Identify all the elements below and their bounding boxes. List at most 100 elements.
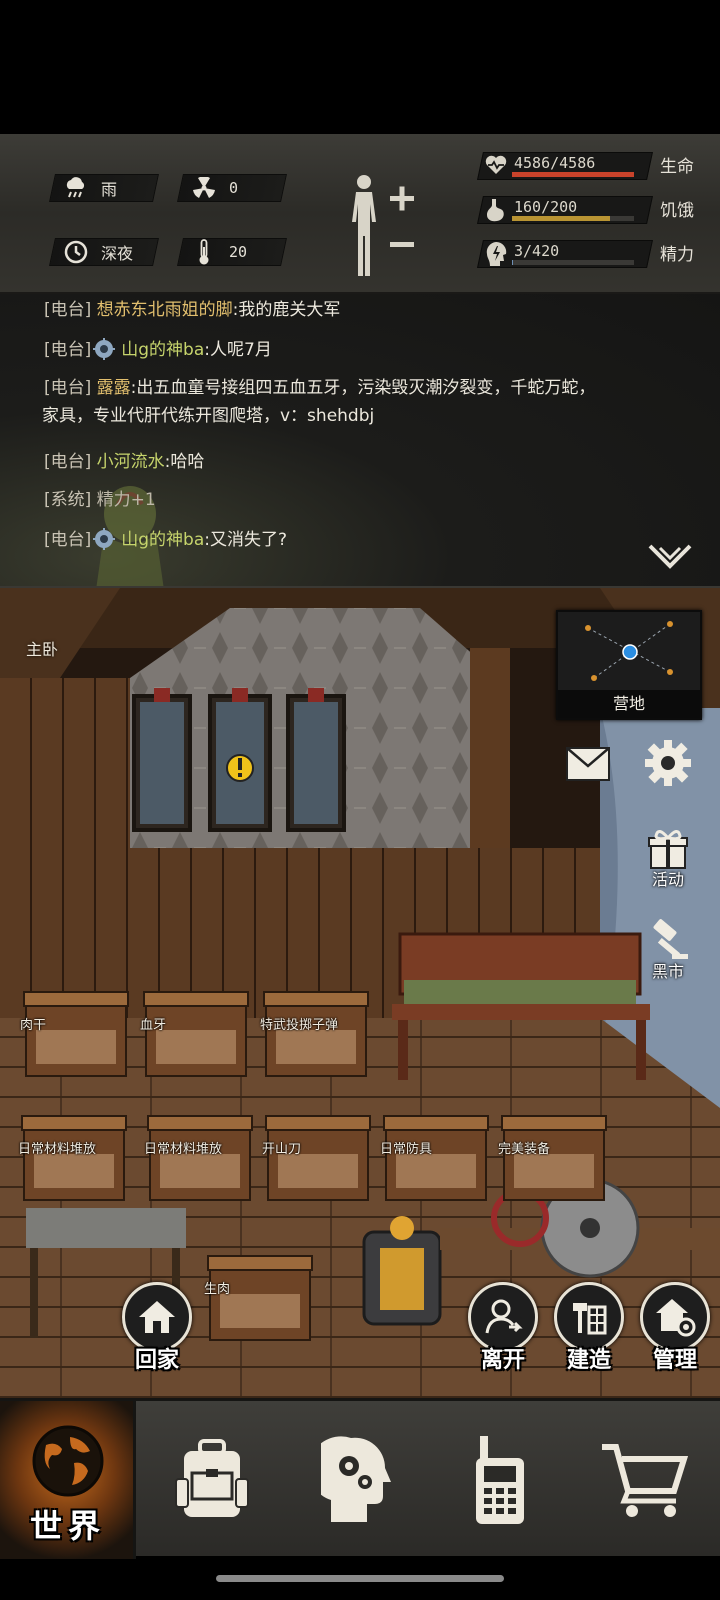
clock-icon: [63, 239, 89, 265]
tab-radio[interactable]: [432, 1401, 568, 1559]
chat-text: 出五血童号接组四五血五牙，污染毁灭潮汐裂变，千蛇万蛇，: [136, 378, 596, 398]
double-chevron-down-icon: [648, 544, 692, 569]
wooden-chest-icon: [265, 1115, 371, 1201]
stomach-icon: [484, 197, 508, 223]
chat-sender[interactable]: 想赤东北雨姐的脚: [97, 300, 233, 320]
head-gears-icon: [321, 1436, 391, 1522]
chat-channel: [电台]: [44, 340, 92, 360]
house-icon: [139, 1301, 175, 1333]
chest-label: 日常材料堆放: [144, 1142, 223, 1157]
chat-collapse-button[interactable]: [648, 544, 692, 574]
energy-label: 精力: [660, 245, 694, 265]
chat-text: 我的鹿关大军: [238, 300, 341, 320]
room-scene[interactable]: 主卧 营地 活动 黑市 肉干 血牙 特武投掷子弹 日常材料堆放 日常材料堆放 开…: [0, 588, 720, 1398]
gavel-icon: [653, 919, 688, 959]
manage-label: 管理: [652, 1348, 697, 1373]
activity-button[interactable]: 活动: [638, 828, 698, 890]
mail-button[interactable]: [558, 746, 618, 782]
energy-bar: 3/420 精力: [477, 236, 710, 270]
chat-sender[interactable]: 小河流水: [97, 452, 165, 472]
chat-text: 哈哈: [170, 452, 205, 472]
chest-label: 日常材料堆放: [18, 1142, 97, 1157]
hunger-bar: 160/200 饥饿: [477, 192, 710, 226]
health-bar: 4586/4586 生命: [477, 148, 710, 182]
tab-skills[interactable]: [288, 1401, 424, 1559]
black-market-button[interactable]: 黑市: [638, 918, 698, 982]
wooden-chest-icon: [501, 1115, 607, 1201]
brain-bolt-icon: [484, 241, 508, 267]
storage-chest[interactable]: 肉干: [20, 990, 130, 1080]
home-button[interactable]: 回家: [122, 1282, 192, 1378]
chat-channel: [系统]: [44, 490, 92, 510]
rain-cloud-icon: [63, 175, 89, 201]
chat-panel[interactable]: [电台] 想赤东北雨姐的脚:我的鹿关大军 [电台] 山g的神ba:人呢7月 [电台…: [0, 294, 720, 588]
chest-label: 血牙: [140, 1018, 167, 1033]
bottom-nav: 世界: [0, 1398, 720, 1559]
build-label: 建造: [566, 1348, 611, 1373]
chat-sender[interactable]: 山g的神ba: [121, 340, 204, 360]
chat-channel: [电台]: [44, 530, 92, 550]
chest-label: 生肉: [204, 1282, 231, 1297]
chat-sender[interactable]: 山g的神ba: [121, 530, 204, 550]
storage-chest[interactable]: 日常防具: [380, 1114, 490, 1204]
minimap-label: 营地: [558, 690, 700, 718]
chat-channel: [电台]: [44, 300, 92, 320]
chat-message: [电台] 露露:出五血童号接组四五血五牙，污染毁灭潮汐裂变，千蛇万蛇， 家具，专…: [42, 374, 694, 430]
cart-icon: [602, 1444, 688, 1517]
wooden-chest-icon: [263, 991, 369, 1077]
wooden-chest-icon: [23, 991, 129, 1077]
home-label: 回家: [134, 1348, 179, 1373]
weather-label: 雨: [101, 180, 118, 199]
chat-message: [电台] 山g的神ba:又消失了?: [44, 526, 694, 554]
storage-chest[interactable]: 完美装备: [498, 1114, 608, 1204]
energy-value: 3/420: [514, 242, 560, 260]
body-status-button[interactable]: [346, 172, 426, 276]
player-avatar-icon[interactable]: [93, 338, 116, 360]
chest-label: 特武投掷子弹: [260, 1018, 339, 1033]
chest-label: 完美装备: [498, 1142, 551, 1157]
time-of-day-indicator: 深夜: [49, 238, 159, 266]
leave-label: 离开: [480, 1348, 525, 1373]
chat-sender[interactable]: 露露: [97, 378, 131, 398]
wooden-chest-icon: [207, 1255, 313, 1341]
storage-chest[interactable]: 生肉: [204, 1254, 314, 1344]
hunger-label: 饥饿: [660, 201, 694, 221]
storage-chest[interactable]: 日常材料堆放: [18, 1114, 128, 1204]
chat-message: [电台] 小河流水:哈哈: [44, 448, 694, 476]
thermometer-icon: [191, 239, 217, 265]
leave-button[interactable]: 离开: [468, 1282, 538, 1378]
energy-fill: [512, 260, 513, 265]
wooden-chest-icon: [143, 991, 249, 1077]
temperature-indicator: 20: [177, 238, 287, 266]
body-silhouette-icon: [352, 175, 414, 276]
weather-indicator: 雨: [49, 174, 159, 202]
time-of-day-label: 深夜: [101, 244, 134, 263]
chat-message: [系统] 精力+1: [44, 486, 694, 514]
heartbeat-icon: [484, 153, 508, 179]
storage-chest[interactable]: 特武投掷子弹: [260, 990, 370, 1080]
minimap-button[interactable]: 营地: [556, 610, 702, 720]
storage-chest[interactable]: 开山刀: [262, 1114, 372, 1204]
radiation-icon: [191, 175, 217, 201]
home-indicator[interactable]: [216, 1575, 504, 1582]
hunger-fill: [512, 216, 610, 221]
activity-label: 活动: [651, 870, 684, 889]
radio-icon: [476, 1436, 524, 1524]
storage-chest[interactable]: 日常材料堆放: [144, 1114, 254, 1204]
radiation-indicator: 0: [177, 174, 287, 202]
build-button[interactable]: 建造: [554, 1282, 624, 1378]
tab-shop[interactable]: [576, 1401, 712, 1559]
tab-backpack[interactable]: [144, 1401, 280, 1559]
player-avatar-icon[interactable]: [93, 528, 116, 550]
wooden-chest-icon: [21, 1115, 127, 1201]
backpack-icon: [175, 1439, 249, 1517]
chat-message: [电台] 山g的神ba:人呢7月: [44, 336, 694, 364]
hunger-value: 160/200: [514, 198, 578, 216]
tab-world[interactable]: 世界: [0, 1401, 136, 1559]
settings-button[interactable]: [638, 738, 698, 788]
storage-chest[interactable]: 血牙: [140, 990, 250, 1080]
manage-button[interactable]: 管理: [640, 1282, 710, 1378]
radiation-value: 0: [229, 179, 239, 197]
wooden-chest-icon: [147, 1115, 253, 1201]
chat-channel: [电台]: [44, 452, 92, 472]
